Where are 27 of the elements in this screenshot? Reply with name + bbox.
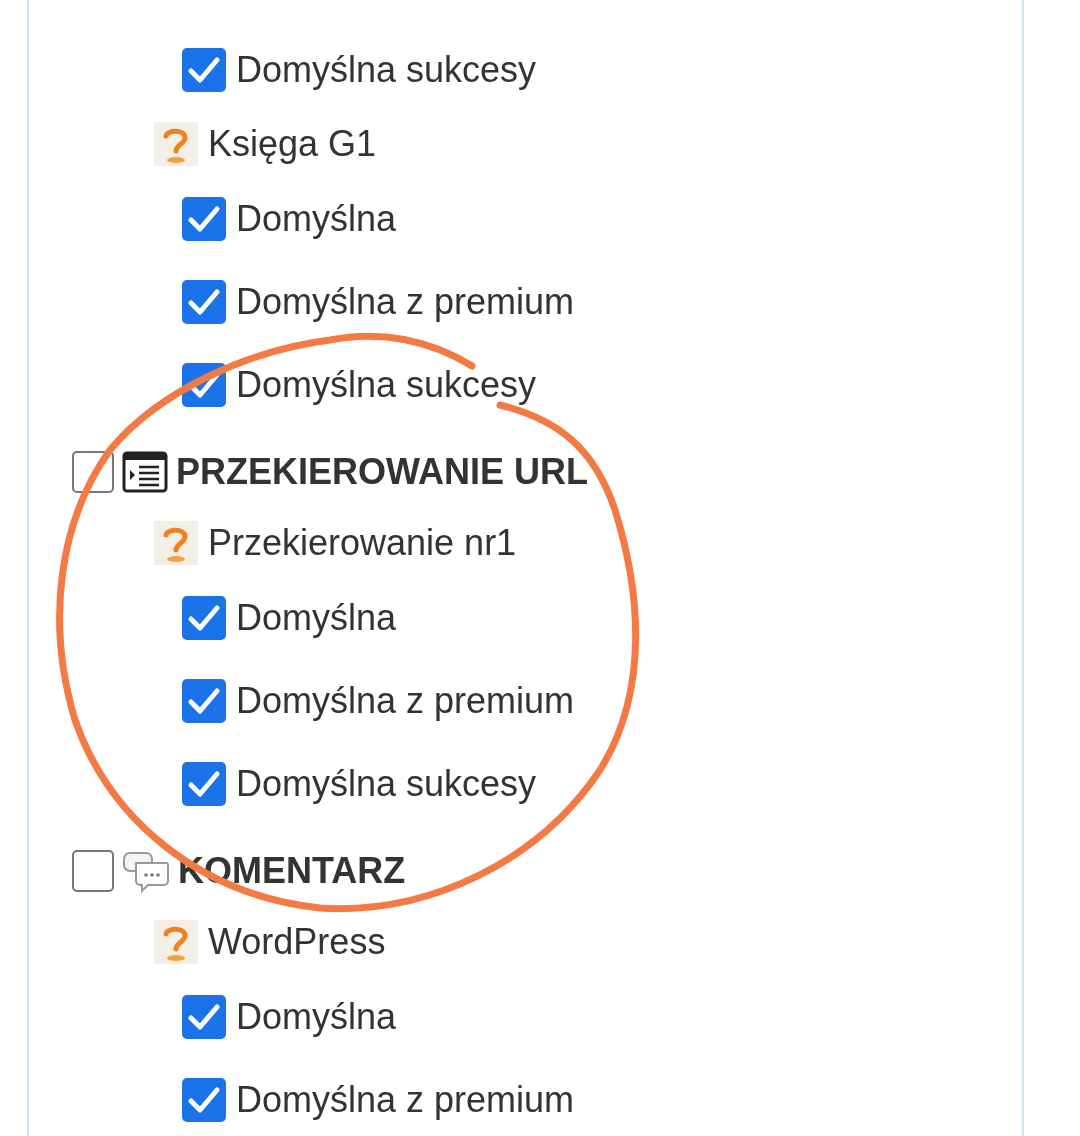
checkbox[interactable] [182, 196, 226, 241]
checkbox[interactable] [182, 279, 226, 324]
option-label: Domyślna z premium [236, 279, 575, 324]
option-label: Domyślna [236, 994, 397, 1039]
question-mark-icon [154, 920, 198, 964]
checkbox[interactable] [182, 47, 226, 92]
list-window-icon [122, 450, 168, 494]
checkbox[interactable] [72, 850, 114, 892]
group-label: PRZEKIEROWANIE URL [176, 450, 588, 494]
checkbox[interactable] [182, 595, 226, 640]
option-label: Domyślna sukcesy [236, 47, 537, 92]
checkbox[interactable] [182, 678, 226, 723]
checkbox[interactable] [182, 1077, 226, 1122]
speech-bubbles-icon [122, 849, 170, 893]
question-mark-icon [154, 122, 198, 166]
option-label: Domyślna sukcesy [236, 362, 537, 407]
option-label: Domyślna [236, 196, 397, 241]
option-label: Domyślna z premium [236, 1077, 575, 1122]
question-mark-icon [154, 521, 198, 565]
option-label: Domyślna sukcesy [236, 761, 537, 806]
checkbox[interactable] [182, 994, 226, 1039]
option-label: Domyślna z premium [236, 678, 575, 723]
option-label: Domyślna [236, 595, 397, 640]
entry-label: Przekierowanie nr1 [208, 521, 517, 565]
checkbox[interactable] [182, 761, 226, 806]
entry-label: WordPress [208, 920, 386, 964]
entry-label: Księga G1 [208, 122, 377, 166]
